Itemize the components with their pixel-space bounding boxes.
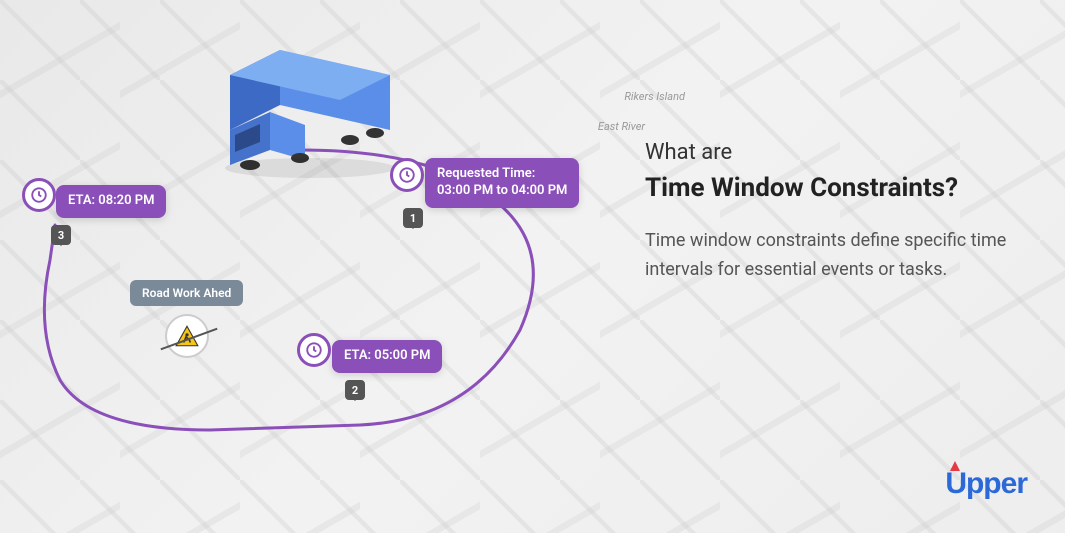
requested-time-badge: Requested Time: 03:00 PM to 04:00 PM — [425, 158, 579, 208]
eta-badge-2: ETA: 05:00 PM — [332, 340, 442, 373]
stop-marker-1: 1 — [403, 208, 423, 228]
clock-icon — [390, 158, 424, 192]
clock-icon — [22, 178, 56, 212]
heading-large: Time Window Constraints? — [645, 173, 1025, 203]
map-location-label: Rikers Island — [624, 90, 685, 103]
roadwork-label: Road Work Ahed — [130, 280, 243, 306]
heading-small: What are — [645, 140, 1025, 165]
stop-marker-2: 2 — [345, 380, 365, 400]
eta-badge-3: ETA: 08:20 PM — [56, 185, 166, 218]
map-location-label: East River — [598, 120, 645, 133]
logo-arrow-icon: U — [945, 467, 966, 501]
description-text: Time window constraints define specific … — [645, 227, 1025, 285]
logo-text: pper — [966, 467, 1027, 500]
upper-logo: Upper — [945, 467, 1027, 501]
roadwork-callout: Road Work Ahed — [130, 280, 243, 358]
requested-time-value: 03:00 PM to 04:00 PM — [437, 183, 567, 200]
truck-icon — [210, 40, 410, 180]
requested-time-title: Requested Time: — [437, 166, 567, 183]
stop-marker-3: 3 — [51, 225, 71, 245]
clock-icon — [297, 333, 331, 367]
roadwork-icon — [165, 314, 209, 358]
text-panel: What are Time Window Constraints? Time w… — [645, 140, 1025, 285]
